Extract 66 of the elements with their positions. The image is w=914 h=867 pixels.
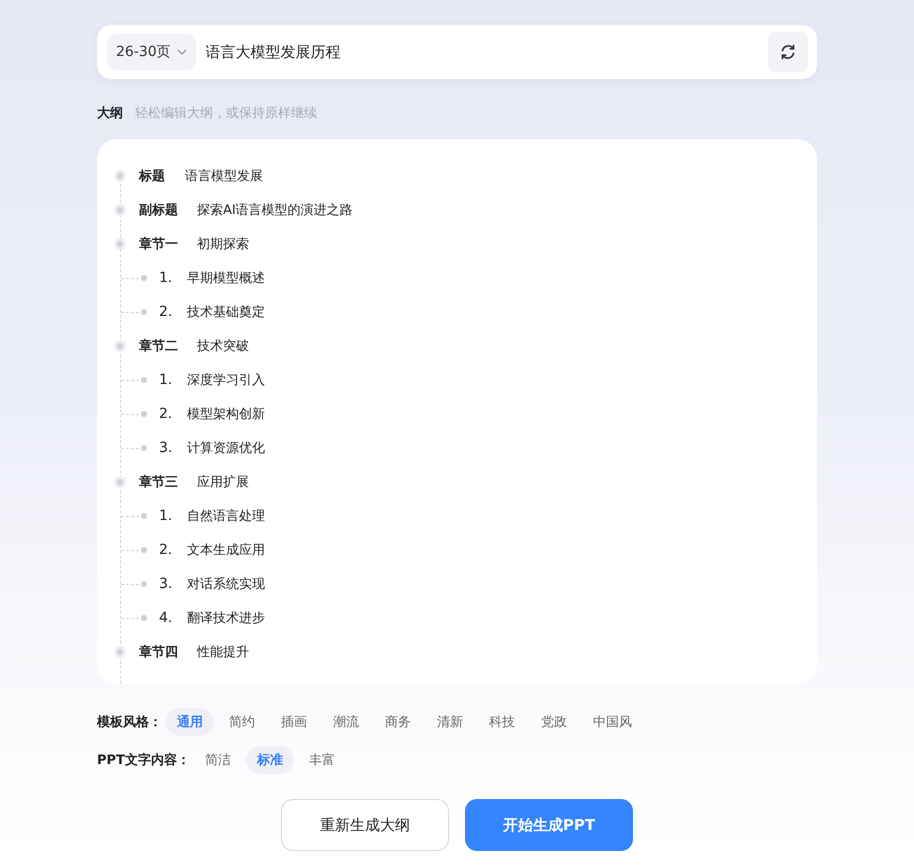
item-number: 1.	[159, 270, 174, 286]
option-chip[interactable]: 中国风	[582, 708, 643, 736]
chevron-down-icon	[176, 49, 187, 55]
refresh-icon	[779, 43, 797, 61]
node-dot	[141, 513, 147, 519]
node-dot	[141, 309, 147, 315]
node-dot	[141, 581, 147, 587]
node-dot	[117, 649, 123, 655]
option-chip[interactable]: 清新	[426, 708, 474, 736]
outline-text[interactable]: 模型架构创新	[187, 405, 265, 423]
search-field[interactable]: 26-30页 语言大模型发展历程	[97, 25, 817, 79]
option-chip[interactable]: 商务	[374, 708, 422, 736]
regenerate-outline-button[interactable]: 重新生成大纲	[281, 799, 449, 851]
outline-label: 章节三	[139, 474, 179, 491]
outline-text[interactable]: 早期模型概述	[187, 269, 265, 287]
node-dot	[117, 343, 123, 349]
item-number: 3.	[159, 440, 174, 456]
outline-label: 副标题	[139, 202, 179, 219]
generate-ppt-button[interactable]: 开始生成PPT	[465, 799, 633, 851]
outline-text[interactable]: 技术突破	[197, 337, 249, 355]
refresh-button[interactable]	[768, 32, 808, 72]
item-number: 1.	[159, 372, 174, 388]
page-range-dropdown[interactable]: 26-30页	[107, 34, 196, 70]
outline-text[interactable]: 自然语言处理	[187, 507, 265, 525]
node-dot	[117, 241, 123, 247]
outline-text[interactable]: 应用扩展	[197, 473, 249, 491]
node-dot	[141, 377, 147, 383]
node-dot	[117, 479, 123, 485]
outline-text[interactable]: 计算资源优化	[187, 439, 265, 457]
outline-label: 标题	[139, 168, 166, 185]
outline-text[interactable]: 探索AI语言模型的演进之路	[197, 201, 353, 219]
node-dot	[141, 547, 147, 553]
item-number: 2.	[159, 406, 174, 422]
option-chip[interactable]: 插画	[270, 708, 318, 736]
option-chip[interactable]: 科技	[478, 708, 526, 736]
option-label: 模板风格：	[97, 714, 162, 731]
node-dot	[141, 445, 147, 451]
outline-text[interactable]: 文本生成应用	[187, 541, 265, 559]
outline-text[interactable]: 初期探索	[197, 235, 249, 253]
item-number: 1.	[159, 508, 174, 524]
outline-text[interactable]: 深度学习引入	[187, 371, 265, 389]
node-dot	[141, 275, 147, 281]
option-chip[interactable]: 潮流	[322, 708, 370, 736]
outline-label: 章节二	[139, 338, 179, 355]
option-chip[interactable]: 简约	[218, 708, 266, 736]
node-dot	[117, 173, 123, 179]
outline-label: 章节四	[139, 644, 179, 661]
node-dot	[141, 411, 147, 417]
node-dot	[117, 207, 123, 213]
outline-title: 大纲	[97, 105, 123, 122]
option-chip[interactable]: 党政	[530, 708, 578, 736]
option-label: PPT文字内容：	[97, 752, 190, 769]
outline-text[interactable]: 语言模型发展	[185, 167, 263, 185]
item-number: 2.	[159, 542, 174, 558]
option-chip[interactable]: 丰富	[298, 746, 346, 774]
option-chip[interactable]: 简洁	[194, 746, 242, 774]
outline-text[interactable]: 性能提升	[197, 643, 249, 661]
outline-text[interactable]: 翻译技术进步	[187, 609, 265, 627]
outline-label: 章节一	[139, 236, 179, 253]
item-number: 4.	[159, 610, 174, 626]
item-number: 2.	[159, 304, 174, 320]
node-dot	[141, 615, 147, 621]
outline-hint: 轻松编辑大纲，或保持原样继续	[135, 105, 317, 122]
outline-text[interactable]: 技术基础奠定	[187, 303, 265, 321]
outline-text[interactable]: 对话系统实现	[187, 575, 265, 593]
item-number: 3.	[159, 576, 174, 592]
